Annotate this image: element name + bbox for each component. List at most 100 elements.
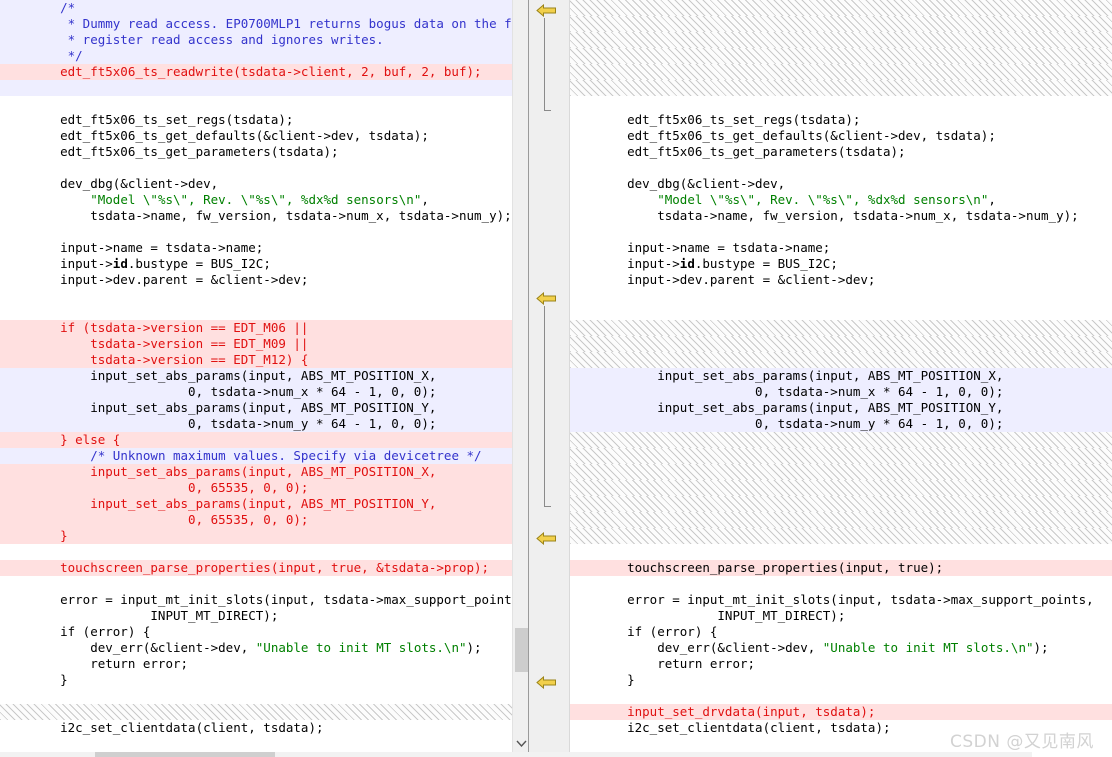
code-line[interactable]: edt_ft5x06_ts_get_parameters(tsdata);: [570, 144, 1112, 160]
code-line[interactable]: return error;: [570, 656, 1112, 672]
arrow-left-icon[interactable]: [536, 292, 558, 305]
code-line[interactable]: edt_ft5x06_ts_set_regs(tsdata);: [570, 112, 1112, 128]
code-line[interactable]: edt_ft5x06_ts_get_parameters(tsdata);: [0, 144, 512, 160]
right-code-pane[interactable]: edt_ft5x06_ts_set_regs(tsdata); edt_ft5x…: [570, 0, 1112, 757]
code-line[interactable]: edt_ft5x06_ts_set_regs(tsdata);: [0, 112, 512, 128]
code-line[interactable]: input_set_abs_params(input, ABS_MT_POSIT…: [570, 368, 1112, 384]
code-line[interactable]: }: [570, 672, 1112, 688]
code-line[interactable]: [570, 32, 1112, 48]
code-line[interactable]: * register read access and ignores write…: [0, 32, 512, 48]
code-line[interactable]: input_set_abs_params(input, ABS_MT_POSIT…: [570, 400, 1112, 416]
code-line[interactable]: } else {: [0, 432, 512, 448]
code-line[interactable]: [0, 96, 512, 112]
code-line[interactable]: input_set_abs_params(input, ABS_MT_POSIT…: [0, 496, 512, 512]
code-line[interactable]: [570, 160, 1112, 176]
code-line[interactable]: [570, 320, 1112, 336]
code-line[interactable]: if (error) {: [570, 624, 1112, 640]
code-line[interactable]: [570, 512, 1112, 528]
code-line[interactable]: [570, 224, 1112, 240]
code-line[interactable]: /*: [0, 0, 512, 16]
code-line[interactable]: input_set_abs_params(input, ABS_MT_POSIT…: [0, 368, 512, 384]
code-line[interactable]: edt_ft5x06_ts_get_defaults(&client->dev,…: [0, 128, 512, 144]
code-line[interactable]: if (tsdata->version == EDT_M06 ||: [0, 320, 512, 336]
code-line[interactable]: input->dev.parent = &client->dev;: [570, 272, 1112, 288]
code-line[interactable]: [570, 304, 1112, 320]
code-line[interactable]: [570, 48, 1112, 64]
scroll-down-chevron-icon[interactable]: [513, 735, 529, 751]
code-line[interactable]: [570, 288, 1112, 304]
code-line[interactable]: [570, 0, 1112, 16]
code-line[interactable]: touchscreen_parse_properties(input, true…: [0, 560, 512, 576]
code-line[interactable]: dev_err(&client->dev, "Unable to init MT…: [0, 640, 512, 656]
code-line[interactable]: */: [0, 48, 512, 64]
code-line[interactable]: [0, 224, 512, 240]
code-line[interactable]: [570, 688, 1112, 704]
code-line[interactable]: [570, 576, 1112, 592]
code-line[interactable]: /* Unknown maximum values. Specify via d…: [0, 448, 512, 464]
code-line[interactable]: edt_ft5x06_ts_get_defaults(&client->dev,…: [570, 128, 1112, 144]
code-line[interactable]: dev_dbg(&client->dev,: [570, 176, 1112, 192]
left-code-pane[interactable]: /* * Dummy read access. EP0700MLP1 retur…: [0, 0, 512, 757]
code-line[interactable]: [0, 704, 512, 720]
code-line[interactable]: [570, 80, 1112, 96]
left-pane-horizontal-scrollbar[interactable]: [0, 752, 512, 757]
arrow-left-icon[interactable]: [536, 532, 558, 545]
code-line[interactable]: dev_err(&client->dev, "Unable to init MT…: [570, 640, 1112, 656]
code-line[interactable]: [0, 544, 512, 560]
code-line[interactable]: [570, 480, 1112, 496]
code-line[interactable]: [0, 736, 512, 752]
code-line[interactable]: dev_dbg(&client->dev,: [0, 176, 512, 192]
code-line[interactable]: if (error) {: [0, 624, 512, 640]
code-line[interactable]: [570, 432, 1112, 448]
code-line[interactable]: input->name = tsdata->name;: [570, 240, 1112, 256]
code-line[interactable]: [0, 304, 512, 320]
code-line[interactable]: 0, tsdata->num_y * 64 - 1, 0, 0);: [570, 416, 1112, 432]
code-line[interactable]: }: [0, 672, 512, 688]
code-line[interactable]: [570, 464, 1112, 480]
code-line[interactable]: [570, 544, 1112, 560]
code-line[interactable]: }: [0, 528, 512, 544]
code-line[interactable]: INPUT_MT_DIRECT);: [0, 608, 512, 624]
code-line[interactable]: input_set_drvdata(input, tsdata);: [570, 704, 1112, 720]
code-line[interactable]: INPUT_MT_DIRECT);: [570, 608, 1112, 624]
code-line[interactable]: [570, 448, 1112, 464]
code-line[interactable]: error = input_mt_init_slots(input, tsdat…: [570, 592, 1112, 608]
right-pane-horizontal-scrollbar[interactable]: [512, 752, 1032, 757]
code-line[interactable]: [570, 16, 1112, 32]
code-line[interactable]: 0, 65535, 0, 0);: [0, 480, 512, 496]
code-line[interactable]: * Dummy read access. EP0700MLP1 returns …: [0, 16, 512, 32]
code-line[interactable]: input->id.bustype = BUS_I2C;: [0, 256, 512, 272]
arrow-left-icon[interactable]: [536, 676, 558, 689]
code-line[interactable]: 0, tsdata->num_x * 64 - 1, 0, 0);: [0, 384, 512, 400]
code-line[interactable]: input->name = tsdata->name;: [0, 240, 512, 256]
code-line[interactable]: [570, 64, 1112, 80]
code-line[interactable]: input->id.bustype = BUS_I2C;: [570, 256, 1112, 272]
code-line[interactable]: [0, 688, 512, 704]
code-line[interactable]: [0, 160, 512, 176]
code-line[interactable]: touchscreen_parse_properties(input, true…: [570, 560, 1112, 576]
code-line[interactable]: [570, 336, 1112, 352]
code-line[interactable]: input_set_abs_params(input, ABS_MT_POSIT…: [0, 400, 512, 416]
code-line[interactable]: edt_ft5x06_ts_readwrite(tsdata->client, …: [0, 64, 512, 80]
code-line[interactable]: [570, 96, 1112, 112]
code-line[interactable]: [570, 352, 1112, 368]
code-line[interactable]: [0, 288, 512, 304]
code-line[interactable]: "Model \"%s\", Rev. \"%s\", %dx%d sensor…: [0, 192, 512, 208]
code-line[interactable]: [0, 80, 512, 96]
vertical-scrollbar-thumb[interactable]: [515, 628, 528, 672]
code-line[interactable]: error = input_mt_init_slots(input, tsdat…: [0, 592, 512, 608]
code-line[interactable]: 0, 65535, 0, 0);: [0, 512, 512, 528]
code-line[interactable]: tsdata->name, fw_version, tsdata->num_x,…: [0, 208, 512, 224]
code-line[interactable]: [0, 576, 512, 592]
code-line[interactable]: i2c_set_clientdata(client, tsdata);: [0, 720, 512, 736]
code-line[interactable]: [570, 496, 1112, 512]
code-line[interactable]: 0, tsdata->num_x * 64 - 1, 0, 0);: [570, 384, 1112, 400]
code-line[interactable]: "Model \"%s\", Rev. \"%s\", %dx%d sensor…: [570, 192, 1112, 208]
horizontal-scrollbar-thumb[interactable]: [95, 752, 275, 757]
code-line[interactable]: 0, tsdata->num_y * 64 - 1, 0, 0);: [0, 416, 512, 432]
code-line[interactable]: return error;: [0, 656, 512, 672]
code-line[interactable]: tsdata->version == EDT_M12) {: [0, 352, 512, 368]
code-line[interactable]: tsdata->version == EDT_M09 ||: [0, 336, 512, 352]
arrow-left-icon[interactable]: [536, 4, 558, 17]
left-pane-vertical-scrollbar[interactable]: [512, 0, 528, 757]
